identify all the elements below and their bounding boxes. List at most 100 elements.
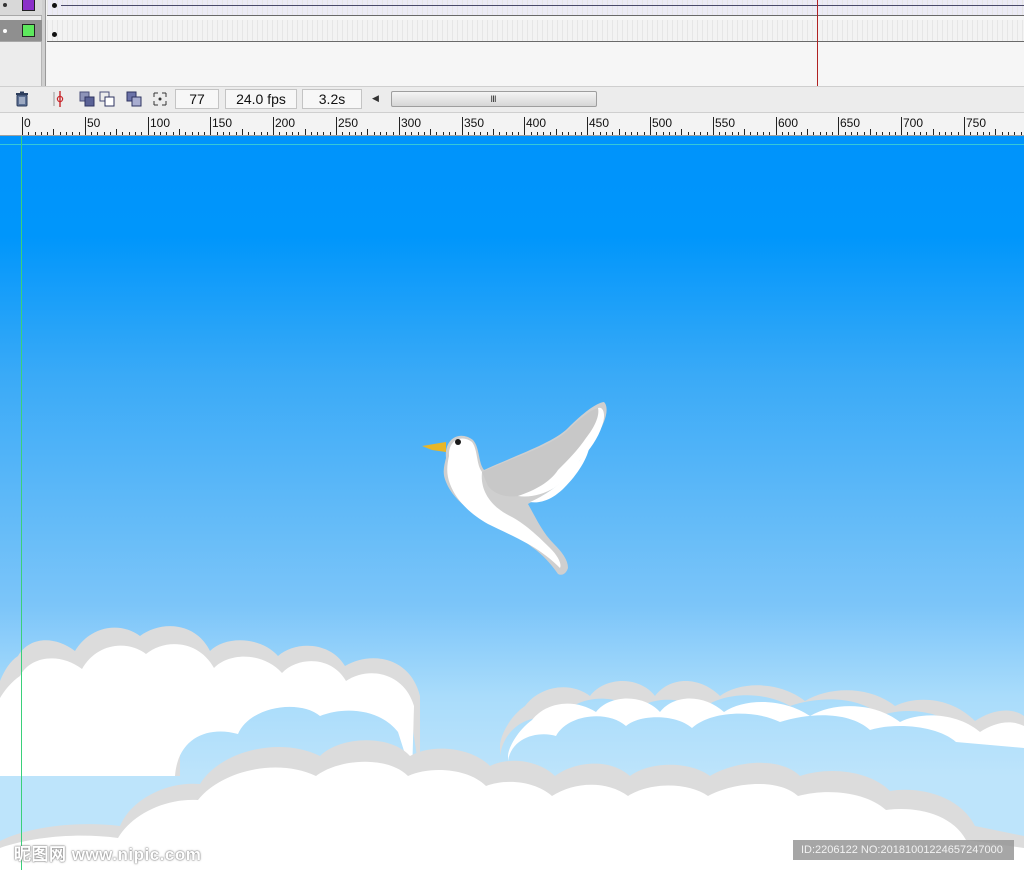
ruler-tick xyxy=(97,132,98,135)
ruler-label: 400 xyxy=(526,116,547,130)
ruler-tick xyxy=(166,132,167,135)
delete-layer-icon[interactable] xyxy=(13,90,31,108)
ruler-tick xyxy=(323,132,324,135)
timeline-status-bar: 77 24.0 fps 3.2s ◀ Ⅲ xyxy=(0,86,1024,112)
ruler-tick xyxy=(436,132,437,135)
ruler-tick xyxy=(305,129,306,135)
ruler-tick xyxy=(424,132,425,135)
onion-skin-outlines-icon[interactable] xyxy=(98,90,116,108)
frame-row[interactable] xyxy=(47,0,1024,16)
timeline-horizontal-scrollbar[interactable]: ◀ Ⅲ xyxy=(368,90,600,108)
ruler-tick xyxy=(342,132,343,135)
ruler-tick xyxy=(79,132,80,135)
cloud-right[interactable] xyxy=(500,681,1024,776)
watermark-left: 昵图网 www.nipic.com xyxy=(14,845,202,864)
ruler-tick xyxy=(612,132,613,135)
visibility-dot-icon[interactable] xyxy=(3,3,7,7)
ruler-tick xyxy=(349,132,350,135)
frame-rate-field[interactable]: 24.0 fps xyxy=(225,89,297,109)
stage-canvas[interactable]: 昵图网 www.nipic.com ID:2206122 NO:20181001… xyxy=(0,136,1024,870)
ruler-tick xyxy=(499,132,500,135)
ruler-tick xyxy=(411,132,412,135)
visibility-dot-icon[interactable] xyxy=(3,29,7,33)
ruler-tick xyxy=(776,117,777,135)
frame-row[interactable] xyxy=(47,20,1024,42)
ruler-tick xyxy=(261,132,262,135)
ruler-tick xyxy=(468,132,469,135)
ruler-tick xyxy=(254,132,255,135)
ruler-tick xyxy=(738,132,739,135)
ruler-tick xyxy=(1021,132,1022,135)
ruler-tick xyxy=(198,132,199,135)
ruler-tick xyxy=(907,132,908,135)
layer-outline-color-swatch[interactable] xyxy=(22,24,35,37)
playhead[interactable] xyxy=(817,0,818,86)
layer-list xyxy=(0,0,42,86)
vertical-guide-line[interactable] xyxy=(21,136,22,870)
ruler-tick xyxy=(606,132,607,135)
ruler-tick xyxy=(832,132,833,135)
layer-row-selected[interactable] xyxy=(0,20,42,42)
ruler-tick xyxy=(951,132,952,135)
ruler-tick xyxy=(524,117,525,135)
ruler-tick xyxy=(719,132,720,135)
ruler-tick xyxy=(995,129,996,135)
scrollbar-thumb[interactable]: Ⅲ xyxy=(391,91,597,107)
ruler-tick xyxy=(826,132,827,135)
center-frame-icon[interactable] xyxy=(51,90,69,108)
keyframe-icon[interactable] xyxy=(52,32,57,37)
ruler-tick xyxy=(487,132,488,135)
ruler-tick xyxy=(970,132,971,135)
modify-onion-markers-icon[interactable] xyxy=(151,90,169,108)
frame-grid[interactable] xyxy=(47,0,1024,86)
timeline-panel xyxy=(0,0,1024,86)
ruler-label: 250 xyxy=(338,116,359,130)
ruler-tick xyxy=(820,132,821,135)
ruler-tick xyxy=(926,132,927,135)
ruler-tick xyxy=(901,117,902,135)
ruler-label: 700 xyxy=(903,116,924,130)
ruler-tick xyxy=(794,132,795,135)
layer-outline-color-swatch[interactable] xyxy=(22,0,35,11)
ruler-label: 500 xyxy=(652,116,673,130)
ruler-tick xyxy=(619,129,620,135)
ruler-tick xyxy=(813,132,814,135)
ruler-tick xyxy=(229,132,230,135)
ruler-label: 750 xyxy=(966,116,987,130)
timeline-splitter[interactable] xyxy=(42,0,46,86)
ruler-tick xyxy=(386,132,387,135)
keyframe-icon[interactable] xyxy=(52,3,57,8)
ruler-tick xyxy=(405,132,406,135)
current-frame-field[interactable]: 77 xyxy=(175,89,219,109)
ruler-tick xyxy=(179,129,180,135)
ruler-tick xyxy=(493,129,494,135)
ruler-tick xyxy=(512,132,513,135)
ruler-tick xyxy=(889,132,890,135)
edit-multiple-frames-icon[interactable] xyxy=(125,90,143,108)
ruler-tick xyxy=(562,132,563,135)
ruler-tick xyxy=(374,132,375,135)
ruler-tick xyxy=(135,132,136,135)
ruler-label: 50 xyxy=(87,116,101,130)
ruler-tick xyxy=(462,117,463,135)
scroll-left-arrow-icon[interactable]: ◀ xyxy=(372,93,379,104)
onion-skin-icon[interactable] xyxy=(78,90,96,108)
ruler-tick xyxy=(154,132,155,135)
ruler-tick xyxy=(550,132,551,135)
ruler-tick xyxy=(750,132,751,135)
ruler-tick xyxy=(380,132,381,135)
ruler-tick xyxy=(700,132,701,135)
ruler-tick xyxy=(920,132,921,135)
ruler-tick xyxy=(210,117,211,135)
ruler-tick xyxy=(148,117,149,135)
ruler-tick xyxy=(116,129,117,135)
ruler-tick xyxy=(160,132,161,135)
ruler-tick xyxy=(110,132,111,135)
ruler-label: 450 xyxy=(589,116,610,130)
ruler-tick xyxy=(593,132,594,135)
ruler-tick xyxy=(707,132,708,135)
layer-row[interactable] xyxy=(0,0,42,16)
ruler-tick xyxy=(1008,132,1009,135)
dove-icon[interactable] xyxy=(418,398,618,588)
ruler-tick xyxy=(449,132,450,135)
